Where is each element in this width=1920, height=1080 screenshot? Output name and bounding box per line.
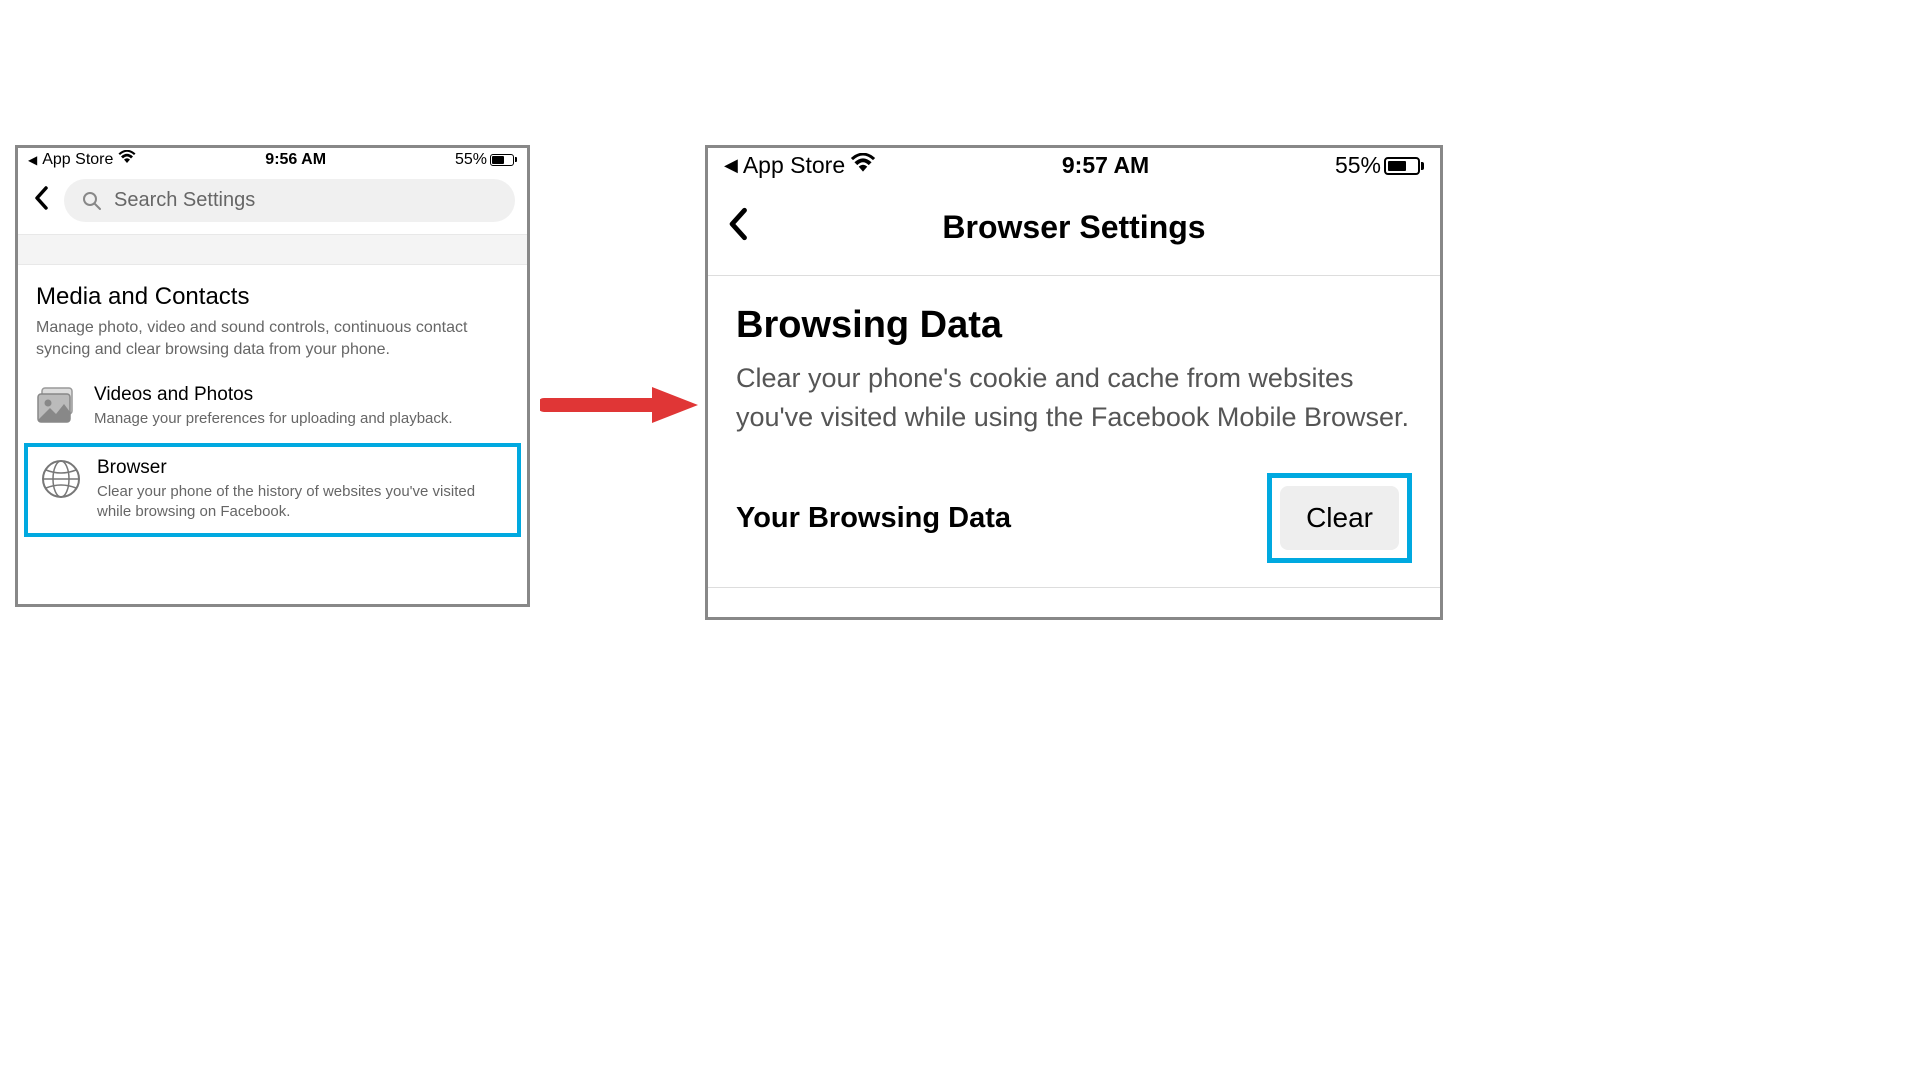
arrow-icon <box>540 385 700 425</box>
search-header: Search Settings <box>18 171 527 235</box>
back-triangle-icon: ◀ <box>724 155 738 176</box>
search-input[interactable]: Search Settings <box>64 179 515 222</box>
photos-icon <box>36 384 80 428</box>
row-title: Videos and Photos <box>94 384 509 406</box>
back-triangle-icon: ◀ <box>28 153 37 167</box>
status-time: 9:57 AM <box>1062 152 1149 179</box>
status-right-group: 55% <box>455 151 517 169</box>
status-left-group: ◀ App Store <box>724 152 876 179</box>
wifi-icon <box>850 152 876 179</box>
globe-icon <box>39 457 83 501</box>
section-header: Media and Contacts Manage photo, video a… <box>18 265 527 372</box>
row-description: Manage your preferences for uploading an… <box>94 409 509 429</box>
clear-button-highlight: Clear <box>1267 473 1412 563</box>
status-breadcrumb[interactable]: App Store <box>42 151 113 169</box>
browsing-data-section: Browsing Data Clear your phone's cookie … <box>708 276 1440 457</box>
status-bar: ◀ App Store 9:56 AM 55% <box>18 148 527 171</box>
page-header: Browser Settings <box>708 183 1440 276</box>
battery-icon <box>490 154 517 166</box>
row-content: Browser Clear your phone of the history … <box>97 457 506 523</box>
clear-button[interactable]: Clear <box>1280 486 1399 550</box>
section-gap <box>18 235 527 265</box>
row-title: Browser <box>97 457 506 479</box>
status-time: 9:56 AM <box>265 151 326 169</box>
status-bar: ◀ App Store 9:57 AM 55% <box>708 148 1440 183</box>
row-content: Videos and Photos Manage your preference… <box>94 384 509 429</box>
search-icon <box>82 191 102 211</box>
row-description: Clear your phone of the history of websi… <box>97 482 506 523</box>
battery-percent: 55% <box>1335 152 1381 179</box>
clear-data-label: Your Browsing Data <box>736 502 1011 535</box>
battery-icon <box>1384 157 1424 175</box>
settings-row-browser[interactable]: Browser Clear your phone of the history … <box>24 443 521 537</box>
back-button[interactable] <box>30 185 54 217</box>
battery-percent: 55% <box>455 151 487 169</box>
phone-screenshot-right: ◀ App Store 9:57 AM 55% Browser Settings… <box>705 145 1443 620</box>
status-left-group: ◀ App Store <box>28 150 136 169</box>
section-title: Media and Contacts <box>36 283 509 311</box>
section-description: Clear your phone's cookie and cache from… <box>736 359 1412 437</box>
wifi-icon <box>118 150 136 169</box>
status-breadcrumb[interactable]: App Store <box>743 152 845 179</box>
settings-row-videos-photos[interactable]: Videos and Photos Manage your preference… <box>18 372 527 441</box>
search-placeholder: Search Settings <box>114 189 255 212</box>
section-title: Browsing Data <box>736 304 1412 347</box>
status-right-group: 55% <box>1335 152 1424 179</box>
page-title: Browser Settings <box>728 209 1420 246</box>
phone-screenshot-left: ◀ App Store 9:56 AM 55% Search Settings … <box>15 145 530 607</box>
section-description: Manage photo, video and sound controls, … <box>36 317 509 362</box>
clear-data-row: Your Browsing Data Clear <box>708 457 1440 588</box>
